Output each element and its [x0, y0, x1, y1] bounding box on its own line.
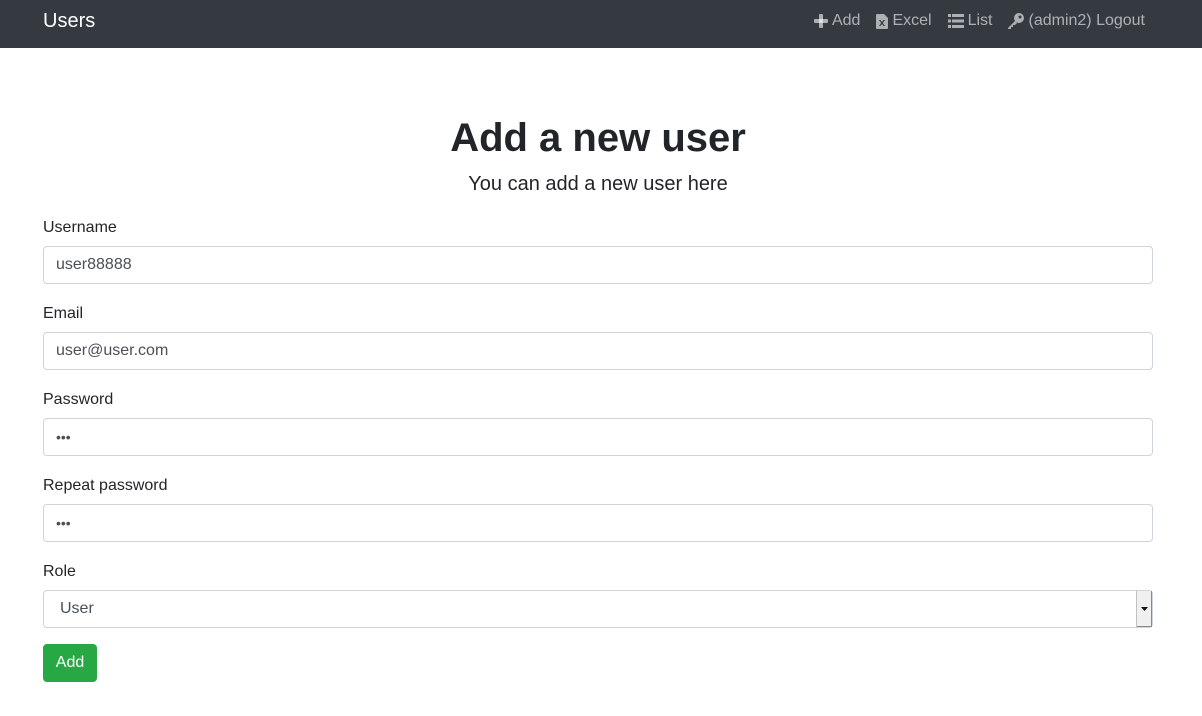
- password-input[interactable]: •••: [43, 418, 1153, 456]
- role-dropdown-button[interactable]: [1136, 591, 1152, 627]
- file-excel-icon: [876, 13, 889, 29]
- page-header: Add a new user You can add a new user he…: [0, 108, 1196, 200]
- username-value: user88888: [56, 256, 132, 273]
- repeat-password-value: •••: [56, 515, 71, 531]
- role-group: Role User: [43, 558, 1153, 644]
- repeat-password-group: Repeat password •••: [43, 472, 1153, 558]
- page-subtitle: You can add a new user here: [468, 173, 728, 195]
- repeat-password-input[interactable]: •••: [43, 504, 1153, 542]
- nav-links: Add Excel List (admin2) Logout: [798, 12, 1145, 30]
- email-label: Email: [43, 305, 84, 322]
- email-value: user@user.com: [56, 342, 169, 359]
- add-user-form: Username user88888 Email user@user.com P…: [43, 214, 1153, 644]
- add-button[interactable]: Add: [43, 644, 97, 682]
- repeat-password-label: Repeat password: [43, 477, 168, 494]
- key-icon: [1008, 13, 1025, 29]
- nav-link-excel[interactable]: Excel: [876, 12, 932, 30]
- nav-link-list-label: List: [967, 12, 993, 29]
- username-input[interactable]: user88888: [43, 246, 1153, 284]
- password-group: Password •••: [43, 386, 1153, 472]
- navbar-brand[interactable]: Users: [43, 11, 95, 31]
- username-label: Username: [43, 219, 117, 236]
- nav-link-excel-label: Excel: [892, 12, 932, 29]
- username-group: Username user88888: [43, 214, 1153, 300]
- nav-link-add[interactable]: Add: [813, 12, 861, 30]
- nav-link-add-label: Add: [831, 12, 861, 29]
- nav-link-logout-label: (admin2) Logout: [1028, 12, 1145, 29]
- caret-down-icon: [1141, 607, 1148, 611]
- role-value: User: [60, 600, 94, 617]
- nav-link-logout[interactable]: (admin2) Logout: [1008, 12, 1145, 30]
- list-icon: [947, 14, 964, 28]
- role-select[interactable]: User: [43, 590, 1153, 628]
- top-navbar: Users Add Excel List (admin2) Logout: [0, 0, 1202, 48]
- password-label: Password: [43, 391, 114, 408]
- email-group: Email user@user.com: [43, 300, 1153, 386]
- nav-link-list[interactable]: List: [947, 12, 993, 30]
- role-label: Role: [43, 563, 76, 580]
- plus-icon: [813, 14, 828, 28]
- page-title: Add a new user: [450, 116, 746, 160]
- password-value: •••: [56, 429, 71, 445]
- email-input[interactable]: user@user.com: [43, 332, 1153, 370]
